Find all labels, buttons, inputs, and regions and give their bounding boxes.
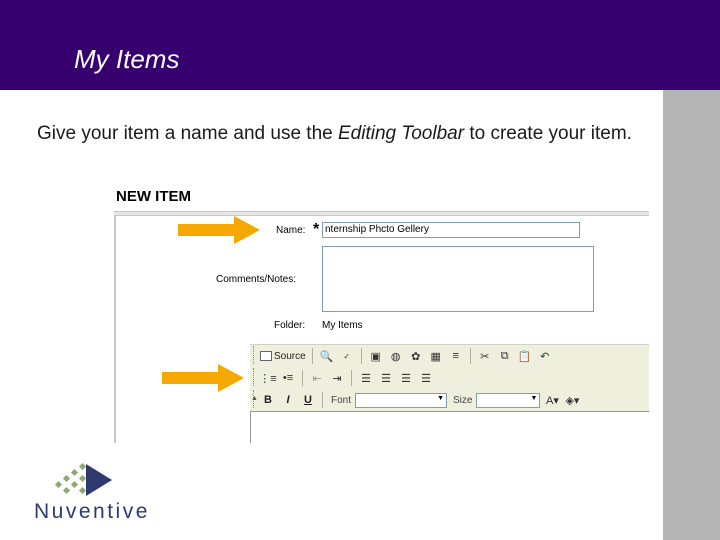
underline-button[interactable]: U: [300, 394, 316, 406]
toolbar-grip[interactable]: [253, 346, 256, 364]
link-icon[interactable]: ◍: [388, 348, 404, 364]
intro-text-before: Give your item a name and use the: [37, 123, 338, 144]
toolbar-separator: [322, 392, 323, 408]
name-label: Name:: [276, 225, 306, 236]
preview-icon[interactable]: 🔍: [319, 348, 335, 364]
slide-header: My Items: [0, 0, 720, 90]
copy-icon[interactable]: ⧉: [497, 348, 513, 364]
background-color-icon[interactable]: ◈▾: [564, 392, 580, 408]
anchor-icon[interactable]: ✿: [408, 348, 424, 364]
comments-label: Comments/Notes:: [216, 274, 297, 285]
new-item-heading: NEW ITEM: [116, 188, 191, 205]
spellcheck-icon[interactable]: ✓: [339, 348, 355, 364]
folder-label: Folder:: [274, 320, 306, 331]
cut-icon[interactable]: ✂: [477, 348, 493, 364]
required-marker: *: [313, 221, 320, 238]
size-select[interactable]: [476, 392, 541, 408]
image-icon[interactable]: ▣: [368, 348, 384, 364]
name-arrow-icon: [178, 216, 260, 244]
bulleted-list-icon[interactable]: •≡: [280, 370, 296, 386]
align-right-icon[interactable]: ☰: [398, 370, 414, 386]
toolbar-separator: [311, 348, 313, 364]
toolbar-row-1: Source 🔍 ✓ ▣ ◍ ✿ ▦ ≡ ✂ ⧉ 📋 ↶: [260, 346, 553, 366]
toolbar-separator: [360, 348, 362, 364]
folder-value: My Items: [322, 320, 363, 331]
source-label: Source: [274, 350, 306, 362]
source-button[interactable]: Source: [260, 348, 306, 364]
paste-icon[interactable]: 📋: [517, 348, 533, 364]
table-icon[interactable]: ▦: [428, 348, 444, 364]
side-bar-decoration: [663, 90, 720, 540]
toolbar-separator: [469, 348, 471, 364]
intro-text: Give your item a name and use the Editin…: [37, 121, 647, 146]
undo-icon[interactable]: ↶: [537, 348, 553, 364]
slide-title: My Items: [74, 44, 180, 74]
horizontal-rule-icon[interactable]: ≡: [448, 348, 464, 364]
font-label: Font: [331, 394, 352, 406]
italic-button[interactable]: I: [280, 394, 296, 406]
size-label: Size: [453, 394, 473, 406]
nuventive-logo-text: Nuventive: [34, 500, 150, 523]
toolbar-grip[interactable]: [253, 368, 256, 386]
font-select[interactable]: [355, 392, 448, 408]
align-left-icon[interactable]: ☰: [358, 370, 374, 386]
form-left-border: [114, 216, 116, 443]
toolbar-row-2: ⋮≡ •≡ ⇤ ⇥ ☰ ☰ ☰ ☰: [259, 368, 434, 388]
toolbar-separator: [351, 370, 352, 386]
comments-textarea[interactable]: [322, 246, 594, 312]
name-input[interactable]: nternship Phcto Gellery: [322, 222, 580, 238]
indent-icon[interactable]: ⇥: [329, 370, 345, 386]
justify-icon[interactable]: ☰: [418, 370, 434, 386]
editing-toolbar: Source 🔍 ✓ ▣ ◍ ✿ ▦ ≡ ✂ ⧉ 📋 ↶ ⋮≡ •≡ ⇤ ⇥ ☰: [250, 344, 649, 411]
source-icon: [260, 351, 272, 361]
intro-text-emphasis: Editing Toolbar: [338, 123, 465, 144]
toolbar-row-3: B I U Font Size A▾ ◈▾: [260, 390, 580, 410]
editor-content-area[interactable]: [250, 411, 649, 443]
toolbar-separator: [302, 370, 303, 386]
outdent-icon[interactable]: ⇤: [309, 370, 325, 386]
bold-button[interactable]: B: [260, 394, 276, 406]
collapse-toolbar-icon[interactable]: ▲: [251, 395, 258, 402]
toolbar-arrow-icon: [162, 364, 244, 392]
align-center-icon[interactable]: ☰: [378, 370, 394, 386]
intro-text-after: to create your item.: [464, 123, 632, 144]
text-color-icon[interactable]: A▾: [544, 392, 560, 408]
numbered-list-icon[interactable]: ⋮≡: [259, 370, 276, 386]
